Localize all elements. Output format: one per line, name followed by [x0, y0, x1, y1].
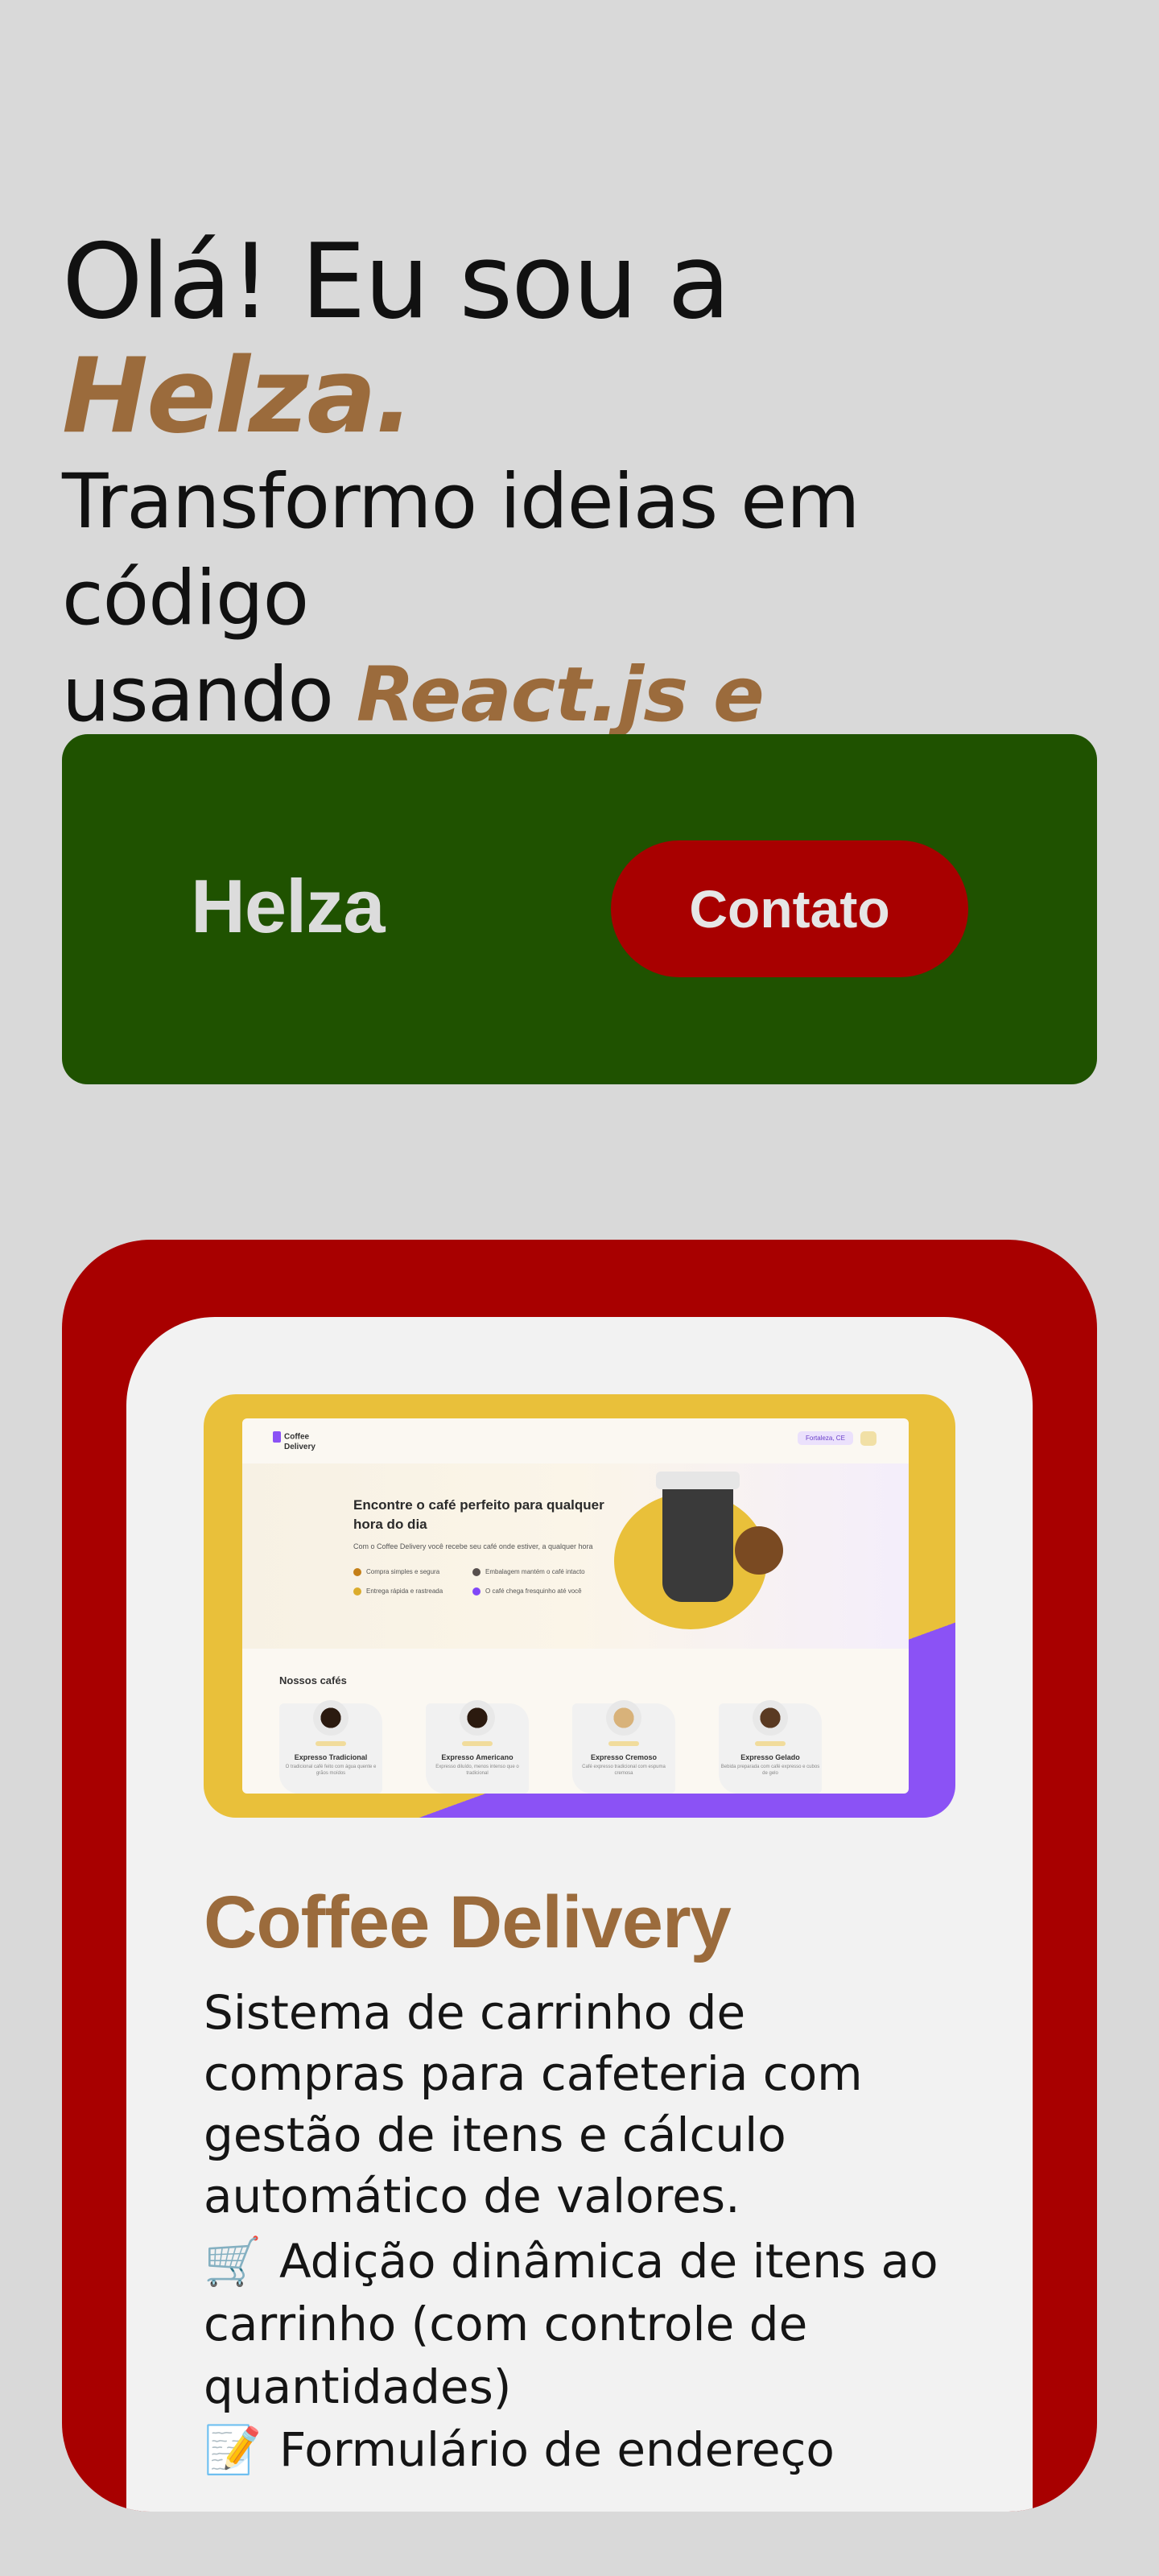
- project-frame: Coffee Delivery Fortaleza, CE Encontre o …: [62, 1240, 1097, 2512]
- coffee-cup-icon: [273, 1431, 281, 1443]
- coffee-mug-icon: [313, 1700, 349, 1736]
- thumbnail-bullet: Embalagem mantém o café intacto: [472, 1568, 585, 1576]
- coffee-card: Expresso Cremoso Café expresso tradiciona…: [572, 1700, 675, 1794]
- brand-logo[interactable]: Helza: [191, 863, 386, 950]
- thumbnail-section-title: Nossos cafés: [279, 1674, 347, 1686]
- feature-text: Adição dinâmica de itens ao carrinho (co…: [204, 2234, 938, 2414]
- coffee-card: Expresso Americano Expresso diluído, meno…: [426, 1700, 529, 1794]
- feature-item: 🛒 Adição dinâmica de itens ao carrinho (c…: [204, 2230, 952, 2418]
- tagline-text: usando: [62, 651, 357, 739]
- cart-icon: [860, 1431, 876, 1446]
- feature-text: Formulário de endereço: [279, 2422, 835, 2477]
- thumbnail-bullet: Entrega rápida e rastreada: [353, 1587, 443, 1596]
- thumbnail-bullet: Compra simples e segura: [353, 1568, 439, 1576]
- logo-text-1: Coffee: [284, 1432, 310, 1442]
- thumbnail-hero-bg: [242, 1463, 909, 1649]
- feature-list: 🛒 Adição dinâmica de itens ao carrinho (c…: [204, 2230, 952, 2481]
- coffee-card: Expresso Tradicional O tradicional café f…: [279, 1700, 382, 1794]
- feature-item: 📝 Formulário de endereço: [204, 2418, 952, 2481]
- project-thumbnail[interactable]: Coffee Delivery Fortaleza, CE Encontre o …: [204, 1394, 955, 1818]
- coffee-card: Expresso Gelado Bebida preparada com café…: [719, 1700, 822, 1794]
- thumbnail-logo: Coffee Delivery: [273, 1431, 316, 1451]
- project-description: Sistema de carrinho de compras para cafe…: [204, 1985, 863, 2223]
- memo-icon: 📝: [204, 2422, 262, 2477]
- shopping-cart-icon: 🛒: [204, 2234, 262, 2289]
- location-badge: Fortaleza, CE: [798, 1431, 853, 1445]
- greeting-text: Olá! Eu sou a: [62, 222, 731, 342]
- thumbnail-subheadline: Com o Coffee Delivery você recebe seu ca…: [353, 1542, 593, 1550]
- thumbnail-page: Coffee Delivery Fortaleza, CE Encontre o …: [242, 1418, 909, 1794]
- coffee-mug-icon: [753, 1700, 788, 1736]
- hero-greeting: Olá! Eu sou a Helza.: [62, 225, 1108, 454]
- logo-text-2: Delivery: [284, 1443, 316, 1451]
- project-title[interactable]: Coffee Delivery: [204, 1880, 732, 1965]
- coffee-mug-icon: [460, 1700, 495, 1736]
- project-card[interactable]: Coffee Delivery Fortaleza, CE Encontre o …: [126, 1317, 1033, 2512]
- coffee-cup-image: [656, 1472, 740, 1602]
- thumbnail-headline: Encontre o café perfeito para qualquer h…: [353, 1497, 604, 1532]
- navbar: Helza Contato: [62, 734, 1097, 1084]
- greeting-name: Helza.: [62, 336, 414, 456]
- contact-button[interactable]: Contato: [611, 840, 968, 977]
- coffee-beans-image: [735, 1526, 783, 1575]
- hero-tagline-line1: Transformo ideias em código: [62, 458, 860, 642]
- coffee-mug-icon: [606, 1700, 641, 1736]
- thumbnail-bullet: O café chega fresquinho até você: [472, 1587, 582, 1596]
